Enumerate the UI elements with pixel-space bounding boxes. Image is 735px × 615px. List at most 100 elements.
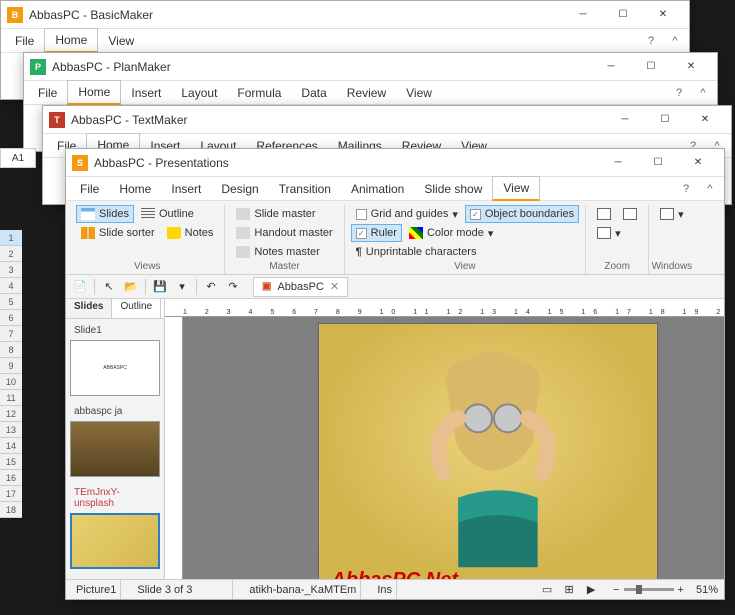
handout-master-button[interactable]: Handout master xyxy=(231,224,337,242)
menu-file[interactable]: File xyxy=(28,82,67,104)
collapse-ribbon-button[interactable]: ^ xyxy=(700,179,720,199)
row-header[interactable]: 18 xyxy=(0,502,22,518)
row-header[interactable]: 12 xyxy=(0,406,22,422)
menu-home[interactable]: Home xyxy=(44,28,98,53)
row-header[interactable]: 14 xyxy=(0,438,22,454)
zoom-slider[interactable]: − + xyxy=(613,584,684,596)
menu-view[interactable]: View xyxy=(98,30,144,52)
slide-thumbnail[interactable] xyxy=(70,513,160,569)
menu-animation[interactable]: Animation xyxy=(341,178,414,200)
slide-canvas[interactable]: AbbasPC.Net xyxy=(183,317,724,579)
menu-insert[interactable]: Insert xyxy=(161,178,211,200)
zoom-fit-button[interactable] xyxy=(592,205,616,223)
close-button[interactable]: ✕ xyxy=(643,1,683,29)
menu-slideshow[interactable]: Slide show xyxy=(414,178,492,200)
unprintable-chars-button[interactable]: ¶Unprintable characters xyxy=(351,243,482,261)
status-object[interactable]: Picture1 xyxy=(72,580,121,599)
color-mode-button[interactable]: Color mode ▾ xyxy=(404,224,498,242)
row-header[interactable]: 11 xyxy=(0,390,22,406)
new-button[interactable]: 📄 xyxy=(70,277,90,297)
slideshow-icon[interactable]: ▶ xyxy=(581,580,601,600)
slide-thumbnail[interactable]: ABBASPC xyxy=(70,340,160,396)
maximize-button[interactable]: ☐ xyxy=(603,1,643,29)
maximize-button[interactable]: ☐ xyxy=(631,53,671,81)
redo-button[interactable]: ↷ xyxy=(223,277,243,297)
open-button[interactable]: 📂 xyxy=(121,277,141,297)
menu-review[interactable]: Review xyxy=(337,82,396,104)
tab-slides[interactable]: Slides xyxy=(66,299,112,318)
maximize-button[interactable]: ☐ xyxy=(638,149,678,177)
tab-outline[interactable]: Outline xyxy=(112,299,161,318)
menu-file[interactable]: File xyxy=(70,178,109,200)
windows-button[interactable]: ▾ xyxy=(655,205,689,223)
save-button[interactable]: 💾 xyxy=(150,277,170,297)
close-button[interactable]: ✕ xyxy=(678,149,718,177)
row-header[interactable]: 7 xyxy=(0,326,22,342)
titlebar[interactable]: B AbbasPC - BasicMaker ─ ☐ ✕ xyxy=(1,1,689,29)
slides-view-button[interactable]: Slides xyxy=(76,205,134,223)
menu-transition[interactable]: Transition xyxy=(269,178,341,200)
sorter-view-icon[interactable]: ⊞ xyxy=(559,580,579,600)
document-tab[interactable]: ▣ AbbasPC ✕ xyxy=(253,277,348,297)
menu-formula[interactable]: Formula xyxy=(227,82,291,104)
thumbnail-list[interactable]: Slide1 ABBASPC abbaspc ja TEmJnxY-unspla… xyxy=(66,319,164,579)
current-slide[interactable]: AbbasPC.Net xyxy=(318,323,658,579)
minimize-button[interactable]: ─ xyxy=(591,53,631,81)
row-header[interactable]: 10 xyxy=(0,374,22,390)
object-boundaries-button[interactable]: Object boundaries xyxy=(465,205,579,223)
row-header[interactable]: 6 xyxy=(0,310,22,326)
menu-data[interactable]: Data xyxy=(291,82,336,104)
minimize-button[interactable]: ─ xyxy=(598,149,638,177)
row-header[interactable]: 4 xyxy=(0,278,22,294)
titlebar[interactable]: P AbbasPC - PlanMaker ─ ☐ ✕ xyxy=(24,53,717,81)
slide-master-button[interactable]: Slide master xyxy=(231,205,337,223)
ruler-button[interactable]: Ruler xyxy=(351,224,402,242)
help-button[interactable]: ? xyxy=(676,179,696,199)
cursor-button[interactable]: ↖ xyxy=(99,277,119,297)
menu-design[interactable]: Design xyxy=(211,178,268,200)
zoom-level-button[interactable]: ▾ xyxy=(592,224,626,242)
view-mode-buttons[interactable]: ▭ ⊞ ▶ xyxy=(537,580,601,600)
row-header[interactable]: 3 xyxy=(0,262,22,278)
grid-guides-button[interactable]: Grid and guides ▾ xyxy=(351,205,463,223)
help-button[interactable]: ? xyxy=(669,83,689,103)
menu-home[interactable]: Home xyxy=(67,80,121,105)
cell-reference-box[interactable]: A1 xyxy=(0,148,36,168)
menu-view[interactable]: View xyxy=(492,176,540,201)
slide-sorter-button[interactable]: Slide sorter xyxy=(76,224,160,242)
zoom-width-button[interactable] xyxy=(618,205,642,223)
titlebar[interactable]: S AbbasPC - Presentations ─ ☐ ✕ xyxy=(66,149,724,177)
titlebar[interactable]: T AbbasPC - TextMaker ─ ☐ ✕ xyxy=(43,106,731,134)
undo-button[interactable]: ↶ xyxy=(201,277,221,297)
vertical-ruler[interactable] xyxy=(165,317,183,579)
menu-home[interactable]: Home xyxy=(109,178,161,200)
minimize-button[interactable]: ─ xyxy=(605,106,645,134)
notes-master-button[interactable]: Notes master xyxy=(231,243,337,261)
maximize-button[interactable]: ☐ xyxy=(645,106,685,134)
zoom-out-button[interactable]: − xyxy=(613,584,619,596)
row-header[interactable]: 1 xyxy=(0,230,22,246)
menu-insert[interactable]: Insert xyxy=(121,82,171,104)
close-button[interactable]: ✕ xyxy=(671,53,711,81)
row-header[interactable]: 5 xyxy=(0,294,22,310)
row-header[interactable]: 15 xyxy=(0,454,22,470)
row-header[interactable]: 13 xyxy=(0,422,22,438)
help-button[interactable]: ? xyxy=(641,31,661,51)
row-header[interactable]: 17 xyxy=(0,486,22,502)
menu-file[interactable]: File xyxy=(5,30,44,52)
save-dropdown[interactable]: ▾ xyxy=(172,277,192,297)
zoom-level[interactable]: 51% xyxy=(696,584,718,596)
slide-thumbnail[interactable] xyxy=(70,421,160,477)
outline-view-button[interactable]: Outline xyxy=(136,205,199,223)
minimize-button[interactable]: ─ xyxy=(563,1,603,29)
row-header[interactable]: 8 xyxy=(0,342,22,358)
zoom-in-button[interactable]: + xyxy=(678,584,684,596)
menu-layout[interactable]: Layout xyxy=(171,82,227,104)
normal-view-icon[interactable]: ▭ xyxy=(537,580,557,600)
row-header[interactable]: 9 xyxy=(0,358,22,374)
notes-view-button[interactable]: Notes xyxy=(162,224,219,242)
status-slide[interactable]: Slide 3 of 3 xyxy=(133,580,233,599)
horizontal-ruler[interactable]: 1 2 3 4 5 6 7 8 9 10 11 12 13 14 15 16 1… xyxy=(165,299,724,317)
row-header[interactable]: 2 xyxy=(0,246,22,262)
status-insert-mode[interactable]: Ins xyxy=(373,580,397,599)
